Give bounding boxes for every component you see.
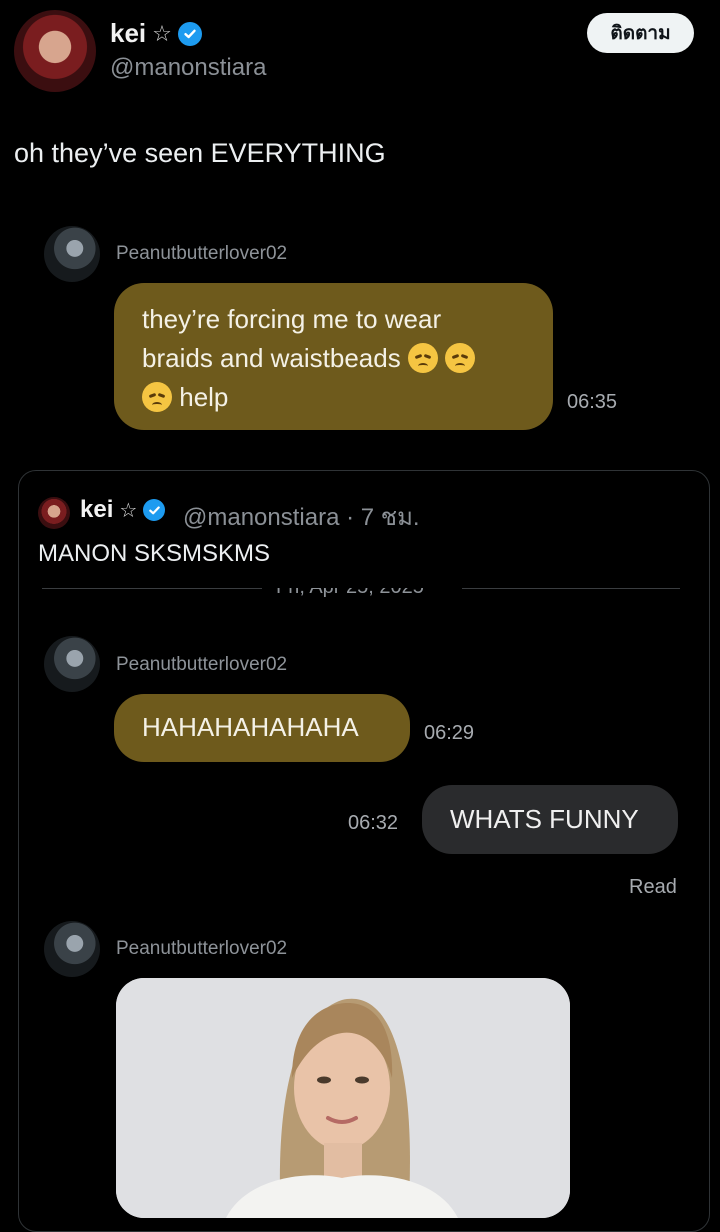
star-icon: ☆ (119, 499, 138, 522)
shared-photo[interactable] (116, 978, 570, 1218)
date-divider-right (462, 588, 680, 589)
dm-username: Peanutbutterlover02 (116, 243, 288, 264)
author-avatar[interactable] (14, 10, 96, 92)
read-status: Read (629, 876, 677, 898)
quoted-author-name-row: kei ☆ (80, 496, 166, 524)
date-divider-left (42, 588, 262, 589)
message-bubble: they’re forcing me to wear braids and wa… (114, 283, 553, 430)
author-name: kei (110, 18, 147, 48)
dm-username: Peanutbutterlover02 (116, 938, 288, 959)
message-line-2: braids and waistbeads (142, 339, 476, 378)
message-line-3: help (142, 378, 228, 417)
dm-avatar (44, 636, 100, 692)
tweet-text: oh they’ve seen EVERYTHING (14, 138, 386, 168)
star-icon: ☆ (152, 20, 172, 46)
message-bubble: HAHAHAHAHAHA (114, 694, 410, 762)
sad-face-emoji-icon (445, 343, 476, 373)
message-time: 06:29 (424, 722, 475, 744)
follow-button[interactable]: ติดตาม (587, 13, 694, 53)
sad-face-emoji-icon (407, 343, 438, 373)
author-name-row[interactable]: kei ☆ (110, 18, 202, 49)
verified-badge-icon (177, 21, 202, 46)
dm-username: Peanutbutterlover02 (116, 654, 288, 675)
message-text: WHATS FUNNY (450, 804, 639, 834)
message-line-2-text: braids and waistbeads (142, 343, 401, 373)
sad-face-emoji-icon (142, 382, 172, 412)
quoted-author-avatar (38, 497, 70, 529)
verified-badge-icon (143, 499, 166, 521)
message-text: HAHAHAHAHAHA (142, 712, 359, 742)
message-time: 06:35 (567, 391, 618, 413)
message-time: 06:32 (348, 812, 399, 834)
author-handle[interactable]: @manonstiara (110, 54, 266, 82)
dm-avatar (44, 921, 100, 977)
message-line-3-text: help (179, 382, 229, 412)
message-bubble-sent: WHATS FUNNY (422, 785, 678, 854)
quoted-tweet-text: MANON SKSMSKMS (38, 540, 271, 567)
quoted-handle-time: @manonstiara · 7 ชม. (183, 504, 420, 531)
dm-avatar (44, 226, 100, 282)
message-line-1: they’re forcing me to wear (142, 304, 442, 334)
quoted-author-name: kei (80, 496, 114, 523)
